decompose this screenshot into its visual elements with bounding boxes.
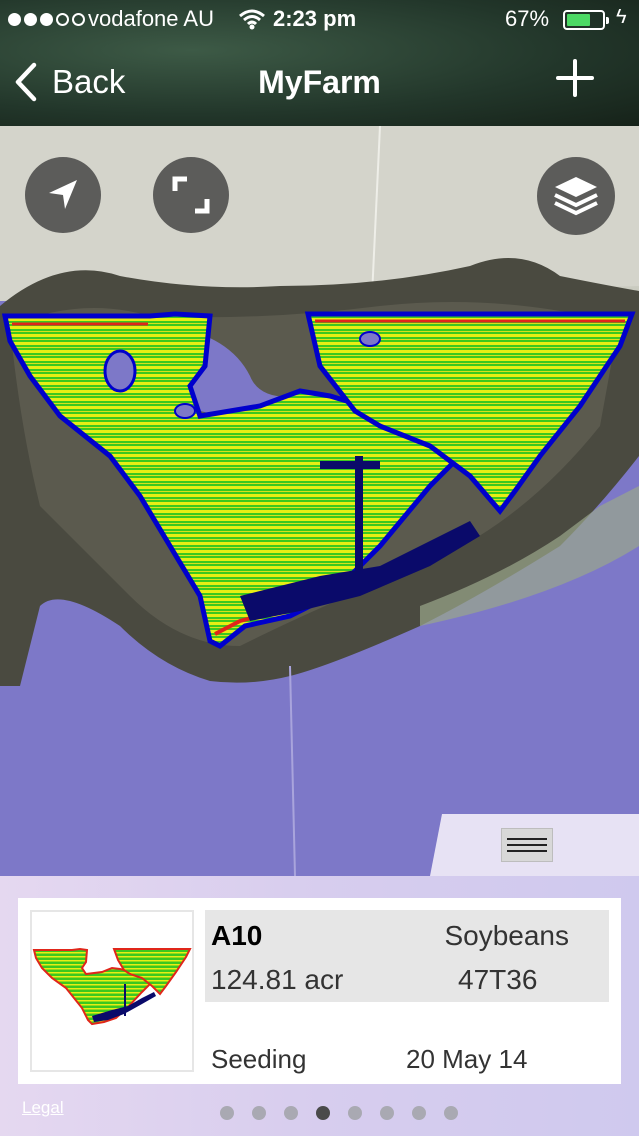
add-button[interactable] (555, 58, 595, 98)
map-view[interactable] (0, 126, 639, 876)
locate-button[interactable] (25, 157, 101, 233)
nav-bar: Back MyFarm (0, 40, 639, 126)
battery-percent: 67% (505, 6, 550, 31)
field-panel: A10 Soybeans 124.81 acr 47T36 Seeding 20… (0, 876, 639, 1136)
wifi-icon (238, 8, 266, 36)
legal-link[interactable]: Legal (22, 1098, 64, 1118)
operation-type: Seeding (211, 1044, 307, 1074)
operation-date: 20 May 14 (406, 1044, 528, 1074)
field-area: 124.81 acr (211, 964, 344, 995)
field-card[interactable]: A10 Soybeans 124.81 acr 47T36 Seeding 20… (18, 898, 621, 1084)
fullscreen-button[interactable] (153, 157, 229, 233)
header: vodafone AU 2:23 pm 67% ϟ Back MyFarm (0, 0, 639, 126)
page-indicator[interactable] (220, 1106, 458, 1120)
plus-icon (556, 59, 594, 97)
page-dot[interactable] (284, 1106, 298, 1120)
page-dot[interactable] (348, 1106, 362, 1120)
page-title: MyFarm (258, 64, 381, 100)
page-dot[interactable] (252, 1106, 266, 1120)
signal-strength-icon (8, 13, 85, 26)
page-dot[interactable] (412, 1106, 426, 1120)
crop-name: Soybeans (444, 920, 569, 951)
layers-button[interactable] (537, 157, 615, 235)
menu-lines-icon[interactable] (501, 828, 553, 862)
page-dot[interactable] (220, 1106, 234, 1120)
fullscreen-icon (172, 176, 210, 214)
clock: 2:23 pm (273, 6, 357, 31)
page-dot[interactable] (380, 1106, 394, 1120)
charging-icon: ϟ (616, 6, 627, 28)
carrier-name: vodafone AU (88, 6, 214, 31)
location-arrow-icon (49, 180, 77, 209)
status-bar: vodafone AU 2:23 pm 67% ϟ (0, 0, 639, 40)
field-name: A10 (211, 920, 263, 951)
page-dot[interactable] (316, 1106, 330, 1120)
satellite-map (0, 126, 639, 876)
layers-icon (554, 177, 598, 216)
field-summary: A10 Soybeans 124.81 acr 47T36 (205, 910, 609, 1002)
crop-variety: 47T36 (458, 964, 538, 995)
field-thumbnail (30, 910, 194, 1072)
battery-icon (563, 10, 609, 30)
page-dot[interactable] (444, 1106, 458, 1120)
